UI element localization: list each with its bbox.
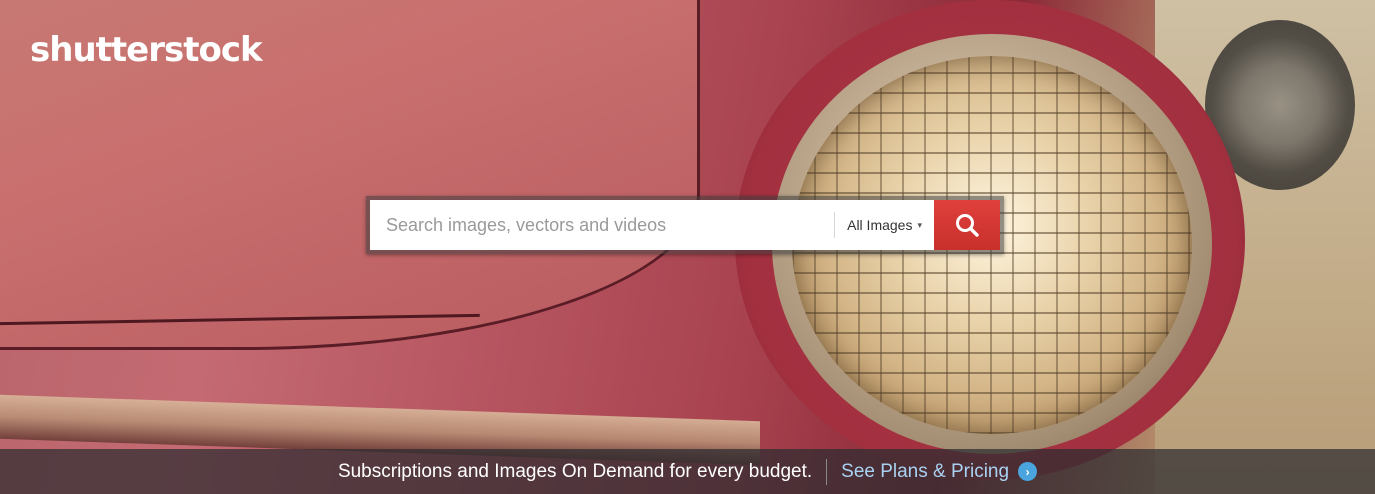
promo-bar: Subscriptions and Images On Demand for e… bbox=[0, 449, 1375, 494]
search-icon bbox=[956, 214, 979, 237]
media-type-dropdown[interactable]: All Images ▾ bbox=[834, 212, 934, 238]
plans-pricing-label: See Plans & Pricing bbox=[841, 460, 1010, 482]
search-input[interactable] bbox=[370, 200, 835, 250]
search-bar: All Images ▾ bbox=[366, 196, 1004, 254]
search-button[interactable] bbox=[934, 200, 1000, 250]
promo-text: Subscriptions and Images On Demand for e… bbox=[337, 460, 813, 482]
shutterstock-logo[interactable]: shutterstock bbox=[30, 30, 263, 70]
plans-pricing-link[interactable]: See Plans & Pricing › bbox=[841, 460, 1038, 483]
search-box: All Images ▾ bbox=[370, 200, 934, 250]
chevron-down-icon: ▾ bbox=[917, 219, 922, 230]
chevron-right-circle-icon: › bbox=[1018, 462, 1038, 481]
media-type-label: All Images bbox=[847, 217, 913, 233]
hero-banner: shutterstock All Images ▾ Subscriptions … bbox=[0, 0, 1375, 494]
promo-divider bbox=[826, 458, 828, 485]
